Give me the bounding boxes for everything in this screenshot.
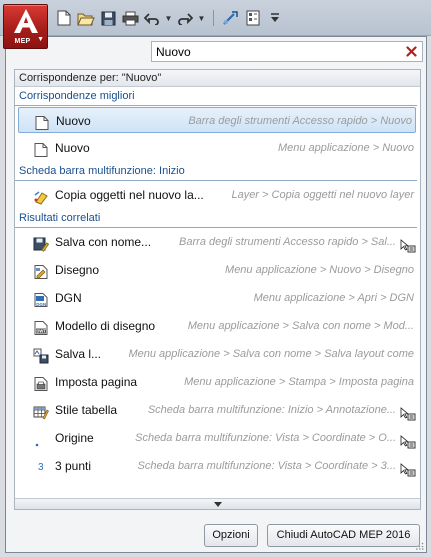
save-icon[interactable] [98, 8, 118, 28]
result-item-page-setup[interactable]: Imposta pagina Menu applicazione > Stamp… [15, 368, 420, 396]
table-style-icon [33, 402, 49, 420]
svg-text:DWT: DWT [36, 329, 46, 334]
quick-access-toolbar: ▼ ▼ [54, 8, 285, 28]
drawing-icon [33, 262, 49, 279]
section-best-matches: Corrispondenze migliori [15, 87, 417, 106]
result-label: Origine [55, 431, 94, 445]
new-file-icon[interactable] [54, 8, 74, 28]
result-label: DGN [55, 291, 82, 305]
options-button[interactable]: Opzioni [204, 524, 258, 547]
print-icon[interactable] [120, 8, 140, 28]
result-path: Menu applicazione > Stampa > Imposta pag… [184, 376, 414, 388]
result-item-nuovo-qat[interactable]: Nuovo Barra degli strumenti Accesso rapi… [18, 107, 416, 133]
result-item-save-layout[interactable]: Salva l... Menu applicazione > Salva con… [15, 340, 420, 368]
chevron-down-icon: ▼ [37, 36, 44, 43]
result-path: Menu applicazione > Nuovo [277, 142, 414, 154]
result-item-save-as[interactable]: Salva con nome... Barra degli strumenti … [15, 228, 420, 256]
workspace-switch-icon[interactable] [221, 8, 241, 28]
copy-to-layer-icon [33, 187, 49, 205]
result-item-copy-to-layer[interactable]: Copia oggetti nel nuovo la... Layer > Co… [15, 181, 420, 209]
result-item-drawing-template[interactable]: DWT Modello di disegno Menu applicazione… [15, 312, 420, 340]
scroll-down-button[interactable] [15, 498, 420, 509]
result-item-nuovo-menu[interactable]: Nuovo Menu applicazione > Nuovo [15, 134, 420, 162]
redo-dropdown-icon[interactable]: ▼ [197, 8, 206, 28]
save-layout-icon [33, 346, 49, 364]
app-button-label: MEP [14, 38, 31, 45]
results-header: Corrispondenze per: "Nuovo" [15, 70, 420, 87]
result-label: Disegno [55, 263, 100, 277]
result-label: Nuovo [55, 141, 90, 155]
exit-autocad-button[interactable]: Chiudi AutoCAD MEP 2016 [267, 524, 420, 547]
search-input[interactable] [152, 42, 392, 61]
result-label: Modello di disegno [55, 319, 156, 333]
result-item-drawing[interactable]: Disegno Menu applicazione > Nuovo > Dise… [15, 256, 420, 284]
result-path: Menu applicazione > Salva con nome > Mod… [187, 320, 414, 332]
result-label: Salva con nome... [55, 235, 152, 249]
search-box [151, 41, 423, 62]
open-folder-icon[interactable] [76, 8, 96, 28]
result-label: 3 punti [55, 459, 92, 473]
result-item-3-points[interactable]: 3 3 punti Scheda barra multifunzione: Vi… [15, 452, 420, 480]
dwt-template-icon: DWT [33, 318, 49, 335]
result-item-origin[interactable]: Origine Scheda barra multifunzione: Vist… [15, 424, 420, 452]
new-document-icon [34, 113, 50, 130]
autocad-a-logo-icon [14, 9, 38, 33]
undo-dropdown-icon[interactable]: ▼ [164, 8, 173, 28]
ucs-origin-icon [33, 430, 49, 447]
svg-text:DGN: DGN [36, 302, 46, 307]
properties-icon[interactable] [243, 8, 263, 28]
ucs-3-points-icon: 3 [33, 458, 49, 474]
result-path: Menu applicazione > Salva con nome > Sal… [128, 348, 414, 360]
section-related-results: Risultati correlati [15, 209, 417, 228]
result-path: Barra degli strumenti Accesso rapido > N… [188, 115, 412, 127]
result-item-dgn[interactable]: DGN DGN Menu applicazione > Apri > DGN [15, 284, 420, 312]
result-label: Stile tabella [55, 403, 118, 417]
redo-icon[interactable] [175, 8, 195, 28]
cursor-select-icon[interactable] [400, 459, 416, 477]
resize-grip-icon[interactable] [416, 542, 424, 550]
cursor-select-icon[interactable] [400, 403, 416, 421]
undo-icon[interactable] [142, 8, 162, 28]
result-label: Copia oggetti nel nuovo la... [55, 188, 204, 202]
new-document-icon [33, 140, 49, 157]
result-label: Imposta pagina [55, 375, 138, 389]
page-setup-icon [33, 374, 49, 391]
search-results-panel: Corrispondenze per: "Nuovo" Corrisponden… [14, 69, 421, 510]
dgn-file-icon: DGN [33, 290, 49, 307]
result-path: Menu applicazione > Nuovo > Disegno [225, 264, 414, 276]
save-as-icon [33, 234, 50, 252]
svg-text:3: 3 [38, 462, 44, 473]
result-path: Scheda barra multifunzione: Vista > Coor… [137, 460, 396, 472]
result-path: Scheda barra multifunzione: Inizio > Ann… [147, 404, 396, 416]
result-path: Scheda barra multifunzione: Vista > Coor… [135, 432, 396, 444]
cursor-select-icon[interactable] [400, 431, 416, 449]
application-menu: Corrispondenze per: "Nuovo" Corrisponden… [5, 36, 427, 553]
scroll-down-arrow-icon [213, 501, 222, 507]
result-path: Layer > Copia oggetti nel nuovo layer [231, 189, 414, 201]
section-ribbon-home: Scheda barra multifunzione: Inizio [15, 162, 417, 181]
clear-x-icon[interactable] [404, 44, 419, 59]
application-menu-button[interactable]: MEP ▼ [3, 4, 48, 49]
customize-dropdown-icon[interactable] [265, 8, 285, 28]
result-path: Menu applicazione > Apri > DGN [253, 292, 414, 304]
result-path: Barra degli strumenti Accesso rapido > S… [179, 236, 396, 248]
result-label: Salva l... [55, 347, 102, 361]
cursor-select-icon[interactable] [400, 235, 416, 253]
result-label: Nuovo [56, 114, 91, 128]
title-bar: ▼ ▼ [0, 0, 431, 36]
result-item-table-style[interactable]: Stile tabella Scheda barra multifunzione… [15, 396, 420, 424]
toolbar-separator [213, 10, 214, 26]
